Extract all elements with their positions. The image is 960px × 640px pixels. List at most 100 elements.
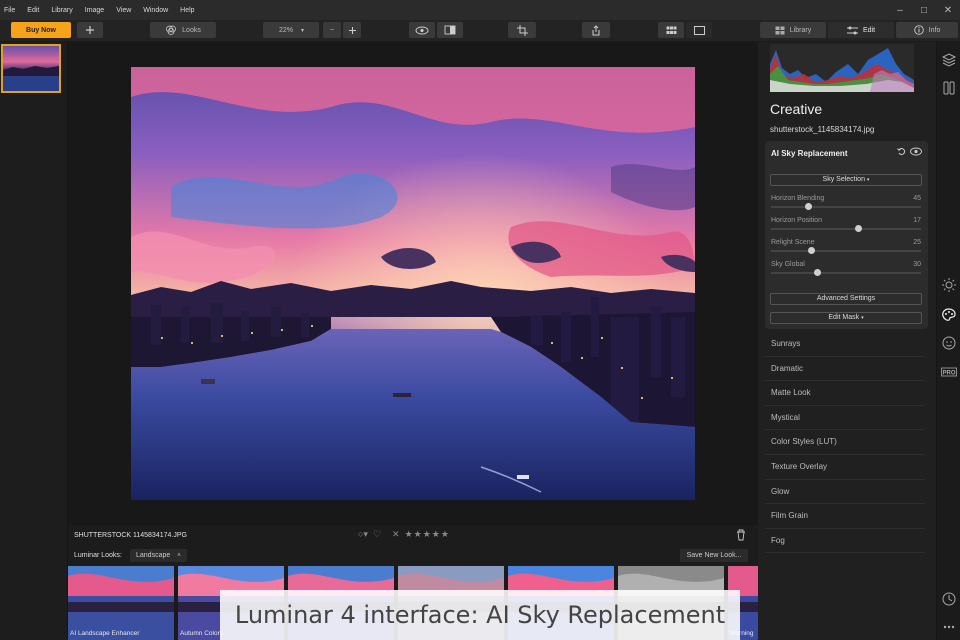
filter-sunrays[interactable]: Sunrays: [765, 332, 925, 357]
reset-icon[interactable]: [897, 147, 906, 156]
edit-panel: Creative shutterstock_1145834174.jpg AI …: [758, 42, 936, 640]
canvas-icon[interactable]: [941, 80, 957, 96]
look-preview-image: [68, 566, 174, 640]
layers-icon[interactable]: [941, 52, 957, 68]
filmstrip-thumbnail[interactable]: [1, 44, 61, 93]
minimize-icon[interactable]: –: [888, 5, 912, 16]
sky-selection-dropdown[interactable]: Sky Selection ▾: [770, 174, 922, 186]
filter-matte-look[interactable]: Matte Look: [765, 381, 925, 406]
slider-handle[interactable]: [808, 247, 815, 254]
histogram: [770, 44, 914, 92]
menu-image[interactable]: Image: [79, 7, 110, 14]
svg-text:PRO: PRO: [942, 371, 955, 377]
portrait-face-icon[interactable]: [941, 335, 957, 351]
slider-value[interactable]: 25: [913, 239, 921, 246]
looks-category-select[interactable]: Landscape ˄: [130, 549, 187, 562]
single-view-button[interactable]: [686, 22, 712, 38]
slider-track[interactable]: [771, 206, 921, 208]
thumbnail-image: [3, 46, 59, 91]
look-thumbnail[interactable]: AI Landscape Enhancer: [68, 566, 174, 640]
image-info-bar: SHUTTERSTOCK 1145834174.JPG ○▾ ♡ ✕ ★★★★★: [68, 525, 758, 547]
image-canvas[interactable]: [68, 42, 758, 525]
filter-texture-overlay[interactable]: Texture Overlay: [765, 455, 925, 480]
slider-handle[interactable]: [814, 269, 821, 276]
slider-horizon-blending[interactable]: Horizon Blending 45: [771, 195, 921, 215]
slider-track[interactable]: [771, 228, 921, 230]
crop-button[interactable]: [508, 22, 536, 38]
tab-info[interactable]: Info: [896, 22, 958, 38]
edit-mask-dropdown[interactable]: Edit Mask ▾: [770, 312, 922, 324]
tab-library[interactable]: Library: [760, 22, 826, 38]
buy-now-button[interactable]: Buy Now: [11, 22, 71, 38]
chevron-up-icon: ˄: [177, 553, 181, 559]
filter-color-styles-lut[interactable]: Color Styles (LUT): [765, 430, 925, 455]
menu-library[interactable]: Library: [45, 7, 78, 14]
slider-handle[interactable]: [854, 225, 862, 232]
look-name: Autumn Colors: [180, 630, 223, 637]
preview-button[interactable]: [409, 22, 435, 38]
photo-sunset-city-harbor: [131, 67, 695, 500]
compare-button[interactable]: [437, 22, 463, 38]
creative-filter-list: Sunrays Dramatic Matte Look Mystical Col…: [765, 332, 925, 554]
caption-overlay: Luminar 4 interface: AI Sky Replacement: [220, 590, 740, 640]
heart-icon[interactable]: ♡: [373, 529, 381, 540]
visibility-eye-icon[interactable]: [910, 147, 922, 156]
star-rating[interactable]: ★★★★★: [405, 529, 450, 540]
filmstrip: [0, 42, 68, 640]
creative-palette-icon[interactable]: [941, 307, 957, 323]
looks-button[interactable]: Looks: [150, 22, 216, 38]
slider-horizon-position[interactable]: Horizon Position 17: [771, 217, 921, 237]
library-icon: [775, 26, 785, 34]
slider-label: Relight Scene: [771, 239, 815, 246]
filter-fog[interactable]: Fog: [765, 529, 925, 554]
more-options-icon[interactable]: [941, 619, 957, 635]
slider-handle[interactable]: [805, 203, 812, 210]
filter-glow[interactable]: Glow: [765, 480, 925, 505]
filter-dramatic[interactable]: Dramatic: [765, 357, 925, 382]
slider-track[interactable]: [771, 250, 921, 252]
add-button[interactable]: [77, 22, 103, 38]
slider-value[interactable]: 17: [913, 217, 921, 224]
maximize-icon[interactable]: □: [912, 5, 936, 16]
zoom-in-button[interactable]: [343, 22, 361, 38]
slider-relight-scene[interactable]: Relight Scene 25: [771, 239, 921, 259]
looks-category-value: Landscape: [136, 552, 171, 559]
single-image-icon: [693, 25, 705, 35]
sky-replacement-panel: AI Sky Replacement Sky Selection ▾ Horiz…: [765, 141, 928, 329]
slider-value[interactable]: 45: [913, 195, 921, 202]
close-icon[interactable]: ✕: [936, 5, 960, 16]
chevron-down-icon: ▾: [866, 177, 870, 183]
zoom-out-button[interactable]: −: [323, 22, 341, 38]
filter-film-grain[interactable]: Film Grain: [765, 504, 925, 529]
main-photo: [131, 67, 695, 500]
looks-bar-label: Luminar Looks:: [74, 552, 122, 559]
color-label-icon[interactable]: ○▾: [358, 529, 368, 540]
advanced-settings-button[interactable]: Advanced Settings: [770, 293, 922, 305]
menu-file[interactable]: File: [0, 7, 21, 14]
reject-icon[interactable]: ✕: [392, 529, 400, 540]
save-new-look-button[interactable]: Save New Look...: [680, 549, 748, 562]
zoom-value: 22%: [279, 26, 294, 34]
history-clock-icon[interactable]: [941, 591, 957, 607]
app-window: File Edit Library Image View Window Help…: [0, 0, 960, 640]
slider-track[interactable]: [771, 272, 921, 274]
menu-edit[interactable]: Edit: [21, 7, 45, 14]
menu-view[interactable]: View: [110, 7, 137, 14]
slider-sky-global[interactable]: Sky Global 30: [771, 261, 921, 281]
slider-label: Horizon Blending: [771, 195, 825, 202]
tab-edit[interactable]: Edit: [828, 22, 894, 38]
filter-mystical[interactable]: Mystical: [765, 406, 925, 431]
menu-window[interactable]: Window: [137, 7, 174, 14]
pro-icon[interactable]: PRO: [941, 364, 957, 380]
plus-icon: [86, 26, 94, 34]
share-button[interactable]: [582, 22, 610, 38]
share-icon: [592, 24, 600, 35]
sky-replacement-title[interactable]: AI Sky Replacement: [771, 149, 847, 158]
essentials-sun-icon[interactable]: [941, 277, 957, 293]
zoom-select[interactable]: 22% ▾: [263, 22, 319, 38]
menu-help[interactable]: Help: [174, 7, 200, 14]
delete-button[interactable]: [736, 529, 746, 543]
image-filename: SHUTTERSTOCK 1145834174.JPG: [74, 532, 187, 539]
slider-value[interactable]: 30: [913, 261, 921, 268]
grid-view-button[interactable]: [658, 22, 684, 38]
